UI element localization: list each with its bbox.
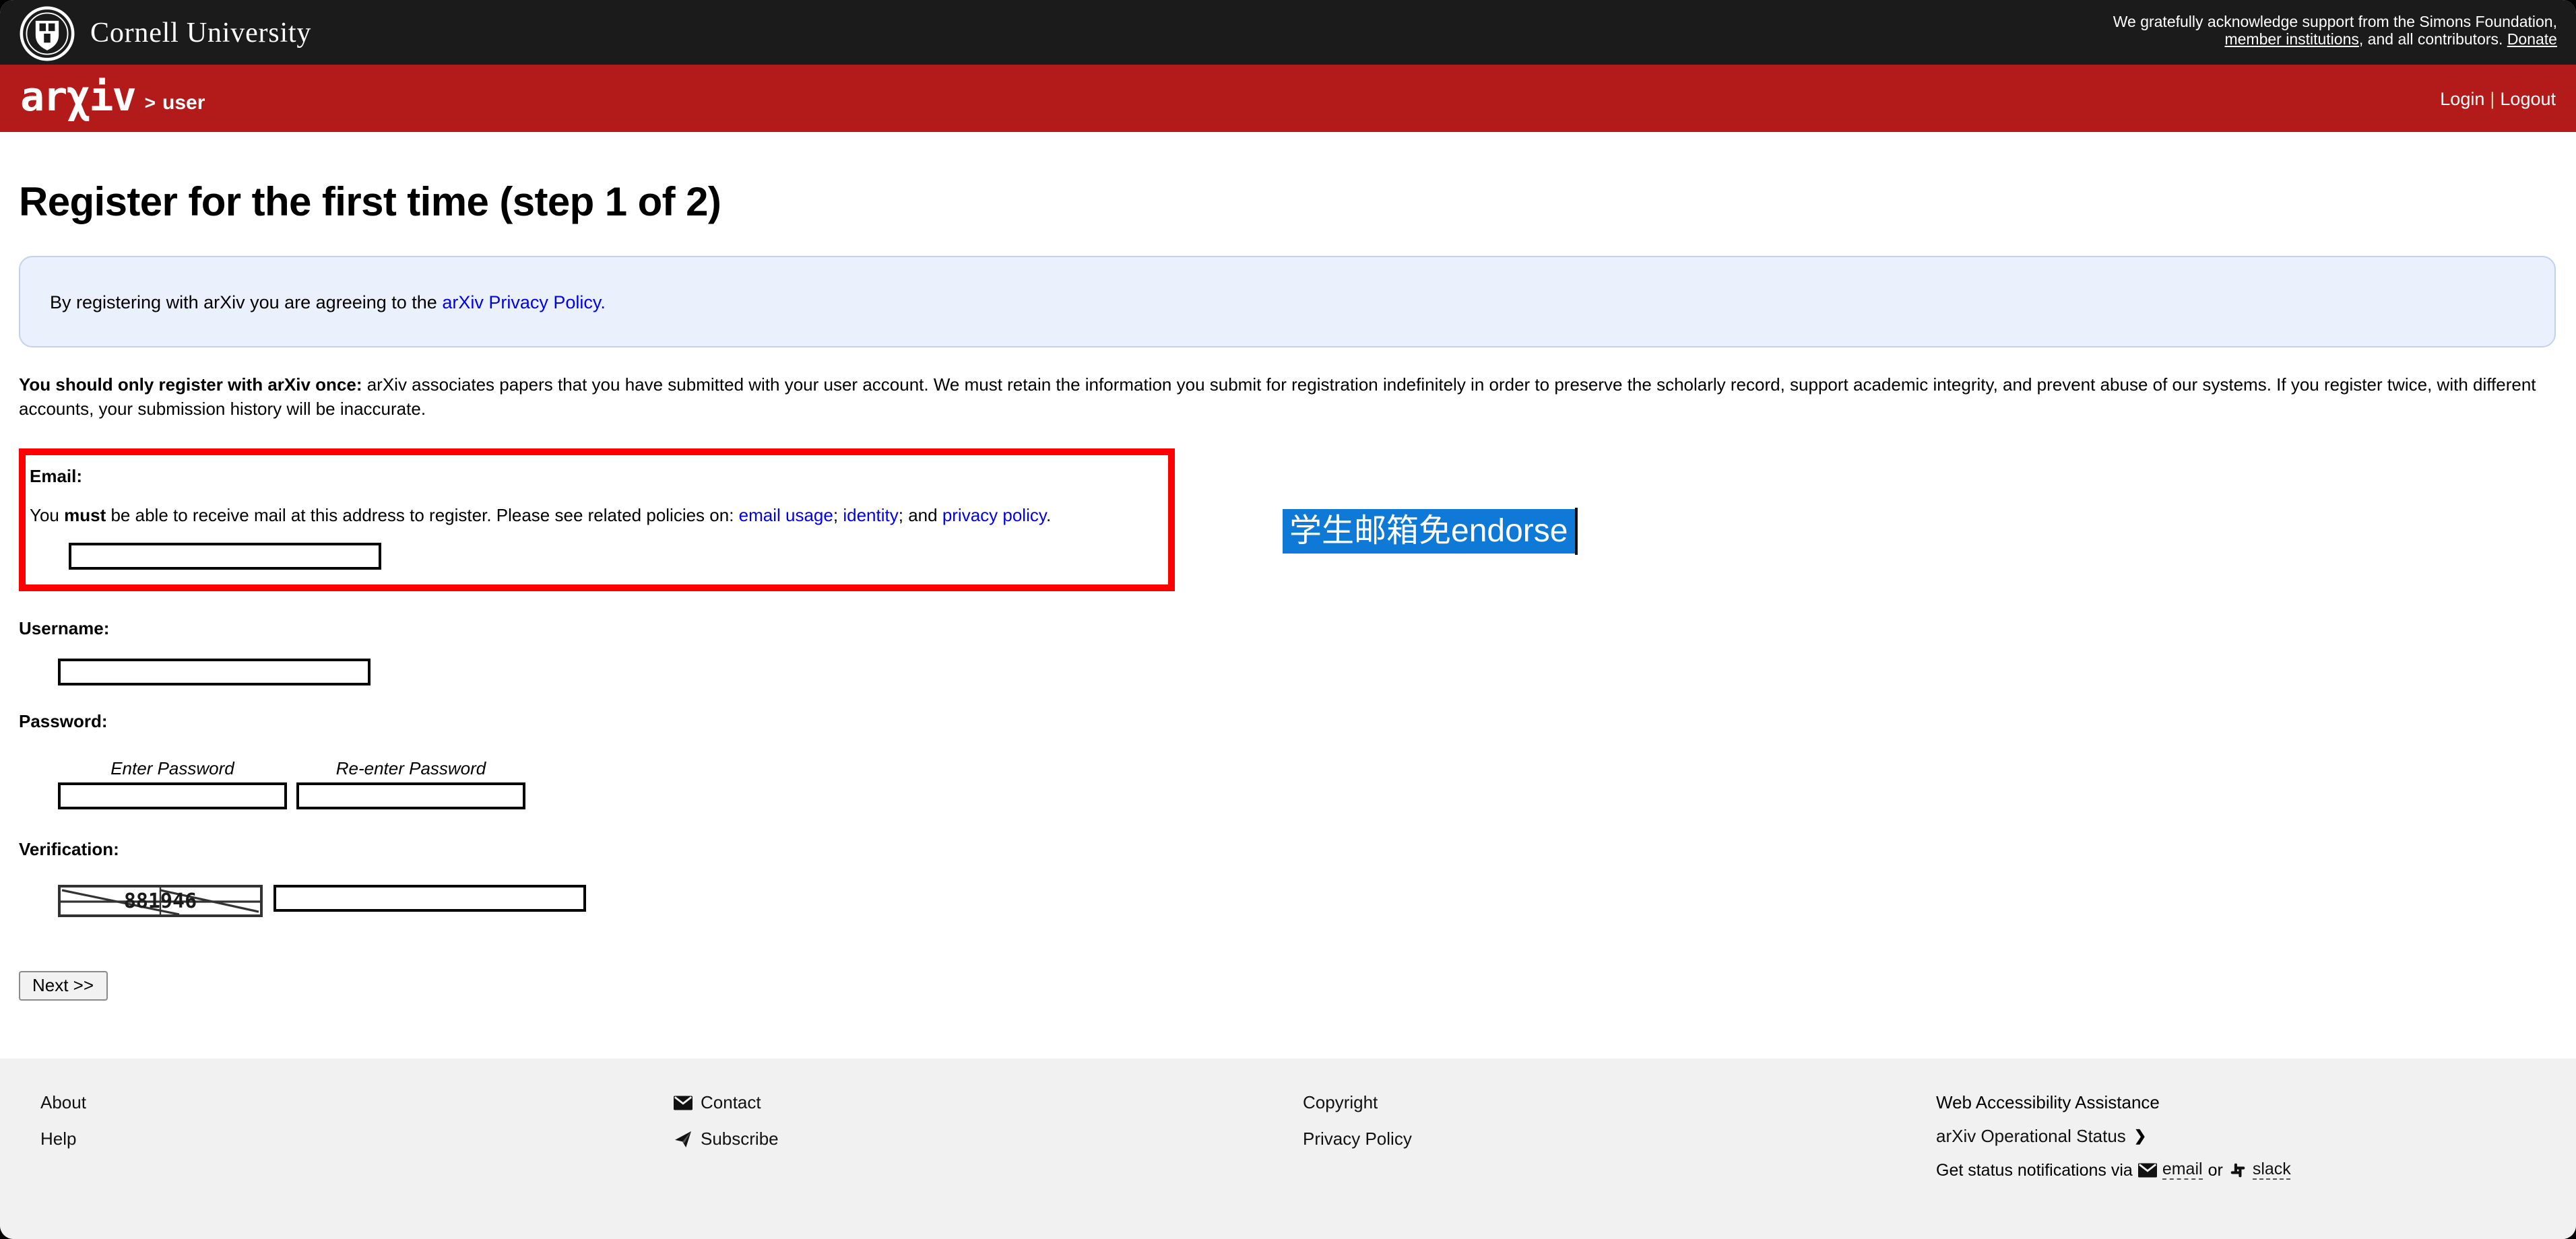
page-title: Register for the first time (step 1 of 2… <box>19 132 2557 226</box>
logout-link[interactable]: Logout <box>2500 88 2556 108</box>
cornell-topbar: Cornell University We gratefully acknowl… <box>0 0 2576 65</box>
privacy-policy-link[interactable]: arXiv Privacy Policy. <box>442 292 606 312</box>
email-input[interactable] <box>69 543 381 570</box>
reenter-password-input[interactable] <box>296 782 525 809</box>
email-usage-link[interactable]: email usage <box>739 505 833 525</box>
password-input[interactable] <box>58 782 287 809</box>
email-desc-sep2: ; and <box>899 505 942 525</box>
notice-text: By registering with arXiv you are agreei… <box>50 292 442 312</box>
register-once-paragraph: You should only register with arXiv once… <box>19 373 2557 420</box>
username-input[interactable] <box>58 659 371 685</box>
acknowledgment-text: We gratefully acknowledge support from t… <box>2056 14 2557 51</box>
logo-ar: ar <box>20 74 66 121</box>
reenter-password-caption: Re-enter Password <box>296 758 525 778</box>
operational-status-link[interactable]: arXiv Operational Status <box>1936 1126 2126 1146</box>
verification-input[interactable] <box>273 885 586 912</box>
privacy-notice-box: By registering with arXiv you are agreei… <box>19 256 2556 347</box>
breadcrumb-gt: > <box>145 92 156 113</box>
arxiv-logo[interactable]: arχiv <box>20 78 135 119</box>
privacy-notice-text: By registering with arXiv you are agreei… <box>50 292 606 312</box>
cornell-wordmark[interactable]: Cornell University <box>90 15 311 49</box>
copyright-link[interactable]: Copyright <box>1303 1092 1378 1112</box>
email-desc-must: must <box>64 505 106 525</box>
contact-link[interactable]: Contact <box>701 1092 761 1112</box>
email-description: You must be able to receive mail at this… <box>30 505 1152 525</box>
email-desc-period: . <box>1046 505 1051 525</box>
email-status-envelope-icon <box>2138 1162 2157 1178</box>
text-caret <box>1574 508 1577 555</box>
slack-status-link[interactable]: slack <box>2253 1160 2291 1180</box>
cornell-seal-icon[interactable] <box>19 5 75 62</box>
login-link[interactable]: Login <box>2440 88 2484 108</box>
ime-text: 学生邮箱免endorse <box>1289 513 1568 549</box>
member-institutions-link[interactable]: member institutions <box>2224 32 2358 48</box>
email-section-annotation: Email: You must be able to receive mail … <box>19 448 1175 591</box>
ack-text: We gratefully acknowledge support from t… <box>2113 14 2557 30</box>
register-once-bold: You should only register with arXiv once… <box>19 374 362 395</box>
logo-iv: iv <box>89 74 135 121</box>
paper-plane-icon <box>674 1131 693 1147</box>
email-label: Email: <box>30 466 1152 486</box>
email-desc-text: You <box>30 505 64 525</box>
enter-password-caption: Enter Password <box>58 758 287 778</box>
captcha-image: 881946 <box>58 885 263 917</box>
identity-link[interactable]: identity <box>843 505 898 525</box>
site-footer: About Help Contact Subscribe Copyright P… <box>0 1059 2576 1239</box>
privacy-policy-inline-link[interactable]: privacy policy <box>942 505 1046 525</box>
register-form: Register for the first time (step 1 of 2… <box>0 132 2576 1059</box>
status-notifications: Get status notifications via email or sl… <box>1936 1160 2291 1180</box>
email-status-link[interactable]: email <box>2162 1160 2203 1180</box>
ime-composition-overlay: 学生邮箱免endorse <box>1283 509 1574 554</box>
or-text: or <box>2208 1160 2223 1179</box>
password-label: Password: <box>19 711 2557 731</box>
notifications-prefix: Get status notifications via <box>1936 1160 2133 1179</box>
arxiv-banner: arχiv > user Login | Logout <box>0 65 2576 132</box>
footer-col-status: Web Accessibility Assistance arXiv Opera… <box>1936 1092 2291 1180</box>
password-captions: Enter Password Re-enter Password <box>58 758 2557 778</box>
footer-col-legal: Copyright Privacy Policy <box>1303 1092 1412 1165</box>
verification-label: Verification: <box>19 839 2557 859</box>
logo-chi: χ <box>66 75 89 121</box>
verification-row: 881946 <box>58 885 2557 917</box>
auth-links: Login | Logout <box>2440 88 2556 108</box>
donate-link[interactable]: Donate <box>2507 32 2557 48</box>
register-once-text: arXiv associates papers that you have su… <box>19 374 2536 418</box>
footer-privacy-policy-link[interactable]: Privacy Policy <box>1303 1129 1412 1149</box>
auth-separator: | <box>2490 88 2494 108</box>
captcha-code: 881946 <box>124 890 197 913</box>
footer-col-contact: Contact Subscribe <box>674 1092 779 1165</box>
email-desc-sep1: ; <box>833 505 843 525</box>
next-button[interactable]: Next >> <box>19 971 107 1001</box>
chevron-right-icon: ❯ <box>2134 1127 2146 1145</box>
accessibility-text: Web Accessibility Assistance <box>1936 1092 2291 1112</box>
breadcrumb: user <box>162 91 205 114</box>
slack-icon <box>2228 1162 2247 1178</box>
about-link[interactable]: About <box>40 1092 86 1112</box>
help-link[interactable]: Help <box>40 1129 77 1149</box>
password-inputs <box>58 782 2557 809</box>
ack-text-2: , and all contributors. <box>2359 32 2507 48</box>
footer-col-about: About Help <box>40 1092 86 1165</box>
username-label: Username: <box>19 618 2557 638</box>
page: Cornell University We gratefully acknowl… <box>0 0 2576 1239</box>
envelope-icon <box>674 1094 693 1110</box>
email-desc-text-2: be able to receive mail at this address … <box>106 505 738 525</box>
subscribe-link[interactable]: Subscribe <box>701 1129 779 1149</box>
